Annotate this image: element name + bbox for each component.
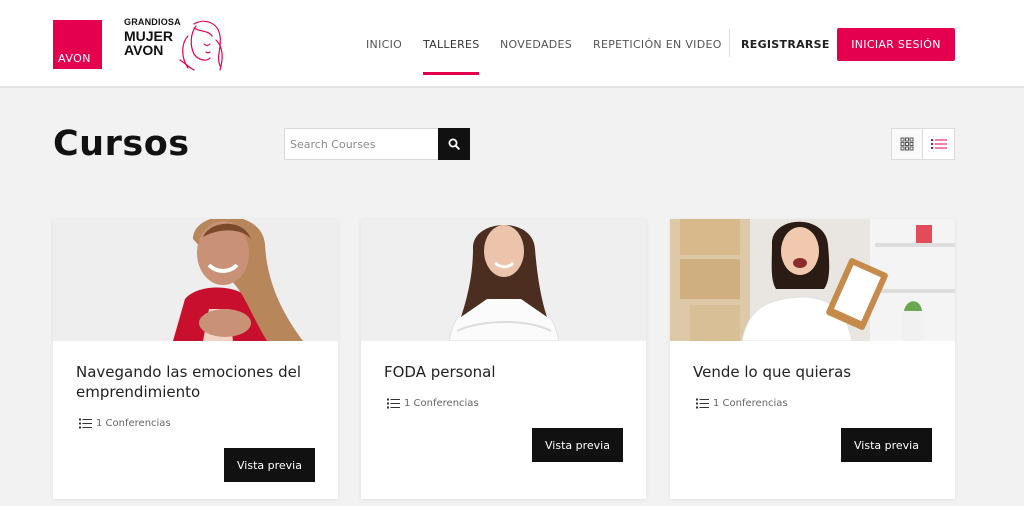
grid-view-button[interactable] [892, 129, 924, 159]
list-view-button[interactable] [923, 129, 954, 159]
avon-logo[interactable]: AVON [53, 20, 102, 69]
course-lectures: 1 Conferencias [387, 398, 479, 409]
course-image-woman-white-shirt[interactable] [361, 219, 646, 341]
course-card[interactable]: Vende lo que quieras 1 Conferencias Vist… [670, 219, 955, 499]
course-lectures: 1 Conferencias [79, 418, 171, 429]
course-title[interactable]: FODA personal [384, 362, 629, 382]
list-icon [930, 139, 947, 149]
grid-icon [900, 137, 914, 151]
page-title: Cursos [53, 124, 190, 164]
active-nav-indicator [423, 72, 479, 75]
course-title[interactable]: Navegando las emociones del emprendimien… [76, 362, 321, 402]
course-photo [670, 219, 955, 341]
login-button[interactable]: INICIAR SESIÓN [837, 28, 955, 61]
list-icon [387, 398, 400, 409]
list-icon [696, 398, 709, 409]
course-lectures: 1 Conferencias [696, 398, 788, 409]
preview-button[interactable]: Vista previa [841, 428, 932, 462]
course-photo [361, 219, 646, 341]
course-image-woman-red-jacket[interactable] [53, 219, 338, 341]
course-photo [53, 219, 338, 341]
nav-repeticion-en-video[interactable]: REPETICIÓN EN VIDEO [593, 38, 722, 51]
nav-talleres[interactable]: TALLERES [423, 38, 480, 51]
lectures-count: 1 Conferencias [713, 398, 788, 409]
lectures-count: 1 Conferencias [404, 398, 479, 409]
course-title[interactable]: Vende lo que quieras [693, 362, 938, 382]
grandiosa-mujer-avon-logo[interactable]: GRANDIOSA MUJER AVON [120, 16, 230, 74]
list-icon [79, 418, 92, 429]
nav-novedades[interactable]: NOVEDADES [500, 38, 572, 51]
course-card[interactable]: Navegando las emociones del emprendimien… [53, 219, 338, 499]
nav-inicio[interactable]: INICIO [366, 38, 402, 51]
register-link[interactable]: REGISTRARSE [741, 38, 830, 51]
nav-divider [729, 29, 730, 57]
woman-face-line-art-icon [179, 20, 223, 71]
preview-button[interactable]: Vista previa [224, 448, 315, 482]
course-card[interactable]: FODA personal 1 Conferencias Vista previ… [361, 219, 646, 499]
search-courses-input[interactable] [284, 128, 438, 160]
site-header: AVON GRANDIOSA MUJER AVON INICIO TALLERE… [0, 0, 1024, 88]
preview-button[interactable]: Vista previa [532, 428, 623, 462]
search-icon [448, 138, 460, 150]
search-button[interactable] [438, 128, 470, 160]
avon-logo-text: AVON [58, 52, 92, 65]
course-image-woman-clipboard[interactable] [670, 219, 955, 341]
lectures-count: 1 Conferencias [96, 418, 171, 429]
view-toggle [891, 128, 955, 160]
